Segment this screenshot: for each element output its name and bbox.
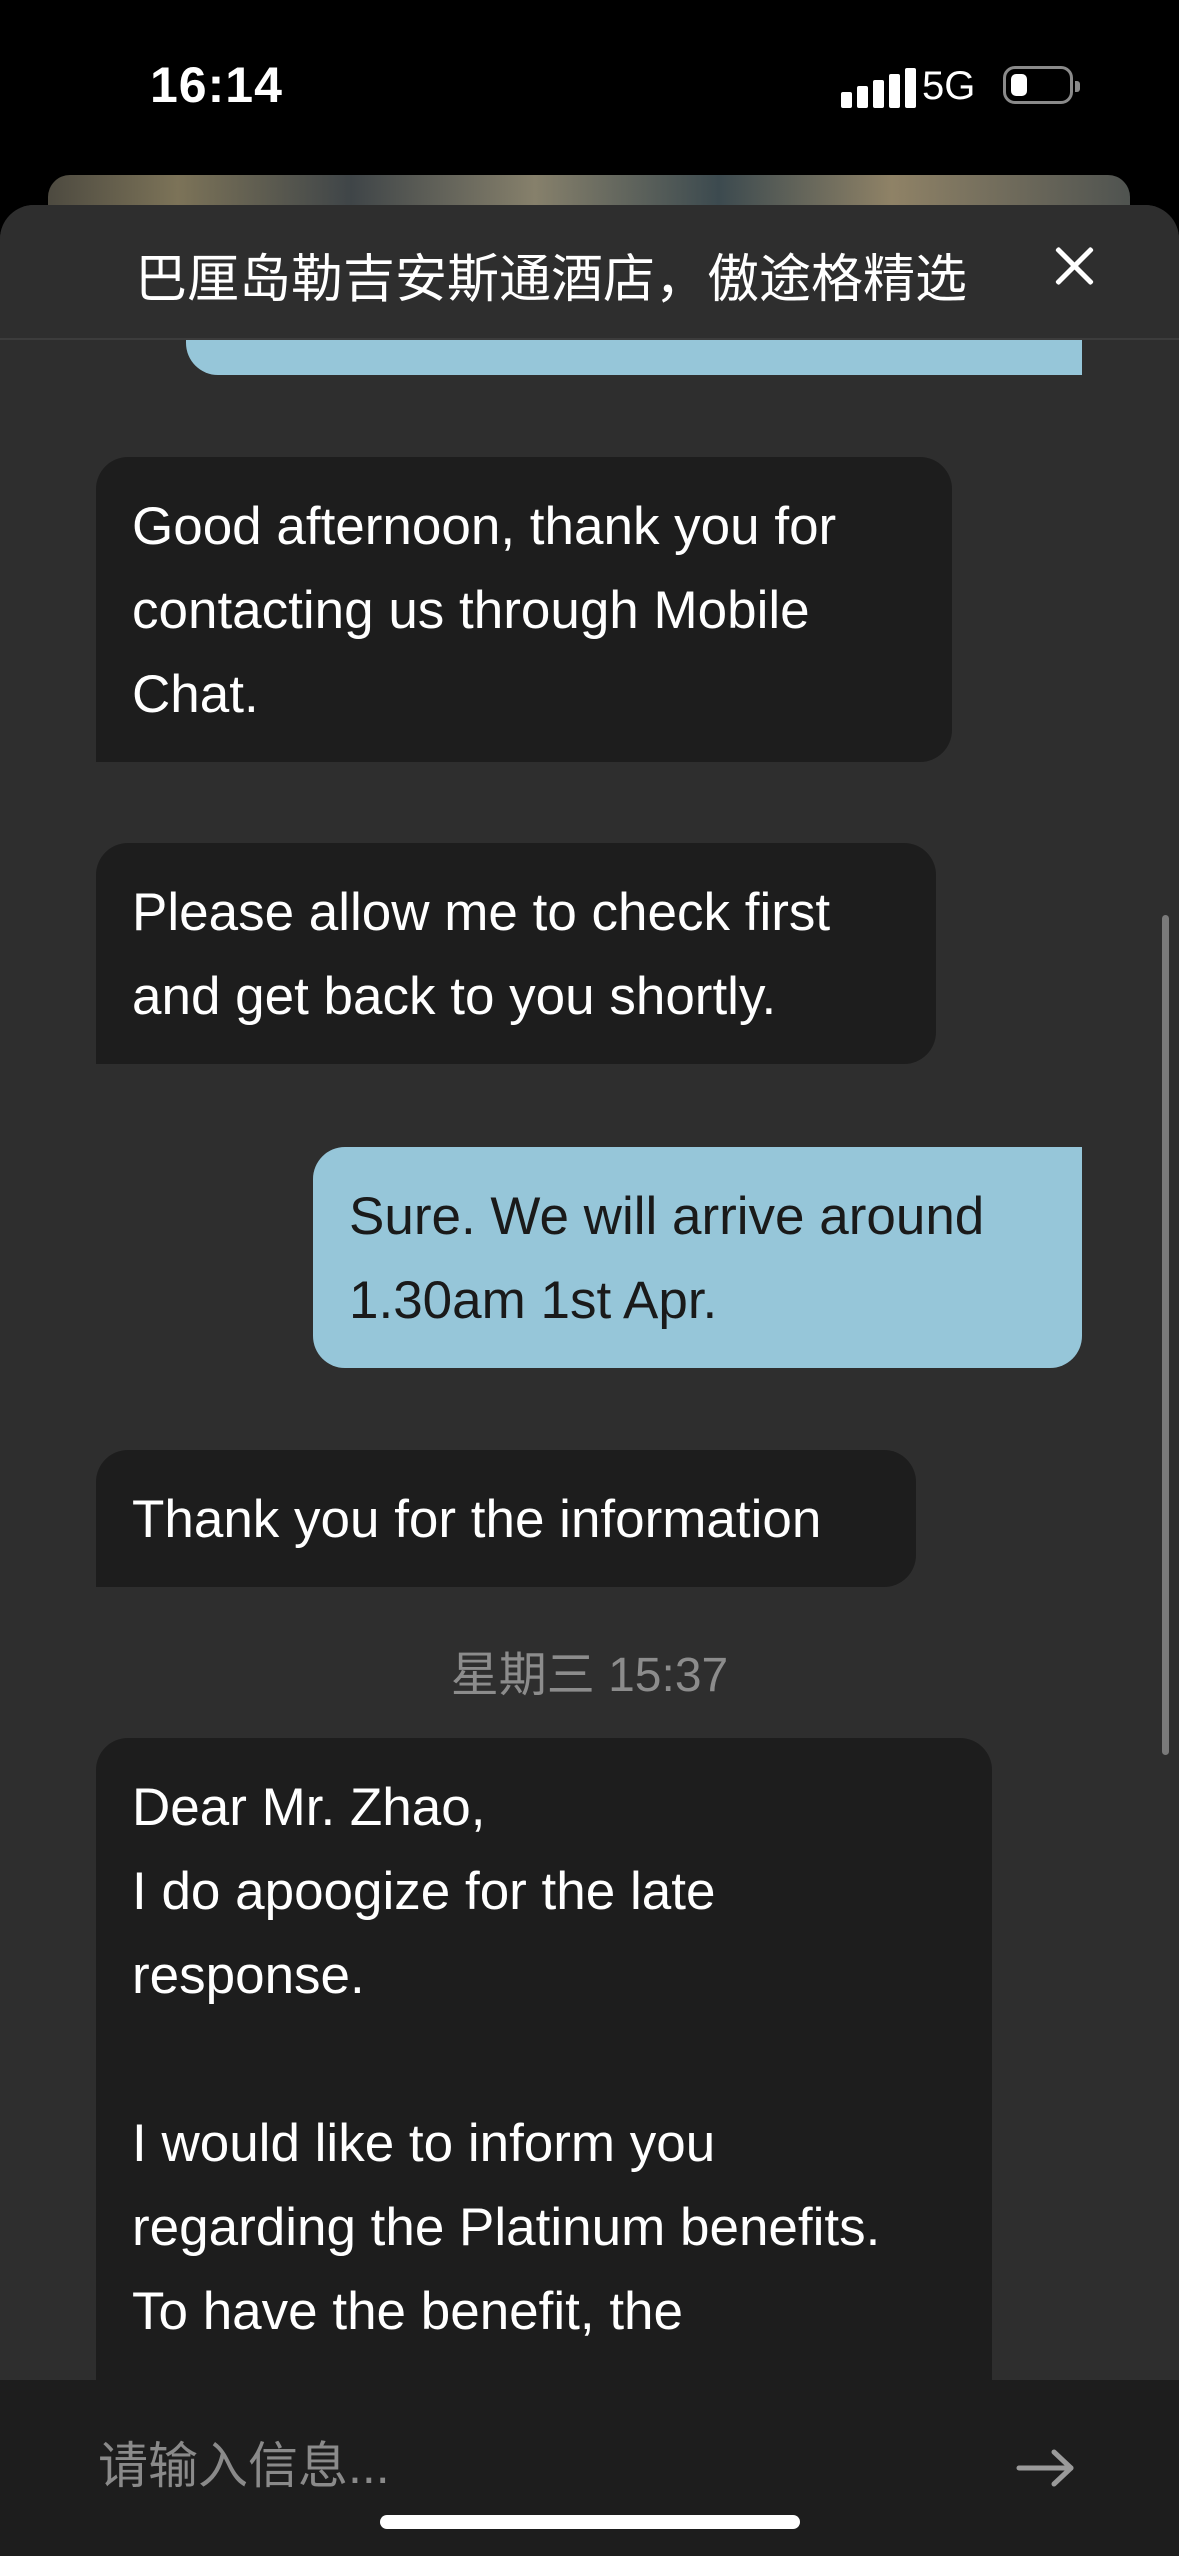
hotel-message: Good afternoon, thank you for contacting…: [96, 457, 952, 762]
hotel-title: 巴厘岛勒吉安斯通酒店，傲途格精选: [135, 251, 968, 309]
scrollbar[interactable]: [1162, 915, 1169, 1755]
close-icon[interactable]: [1050, 241, 1100, 291]
message-timestamp: 星期三 15:37: [450, 1649, 729, 1702]
chat-header: 巴厘岛勒吉安斯通酒店，傲途格精选: [0, 205, 1179, 340]
cellular-signal-icon: [841, 68, 916, 108]
chat-sheet: 巴厘岛勒吉安斯通酒店，傲途格精选 Good afternoon, thank y…: [0, 205, 1179, 2556]
status-bar: 16:14 5G: [0, 0, 1179, 175]
home-indicator[interactable]: [380, 2515, 800, 2529]
arrow-right-icon[interactable]: [1016, 2448, 1076, 2488]
message-composer: [0, 2380, 1179, 2556]
battery-icon: [1003, 66, 1080, 104]
network-type: 5G: [922, 64, 976, 108]
status-time: 16:14: [150, 57, 283, 113]
message-input[interactable]: [96, 2420, 960, 2512]
hotel-message: Please allow me to check first and get b…: [96, 843, 936, 1064]
hotel-message: Thank you for the information: [96, 1450, 916, 1587]
user-message: Sure. We will arrive around 1.30am 1st A…: [313, 1147, 1082, 1368]
